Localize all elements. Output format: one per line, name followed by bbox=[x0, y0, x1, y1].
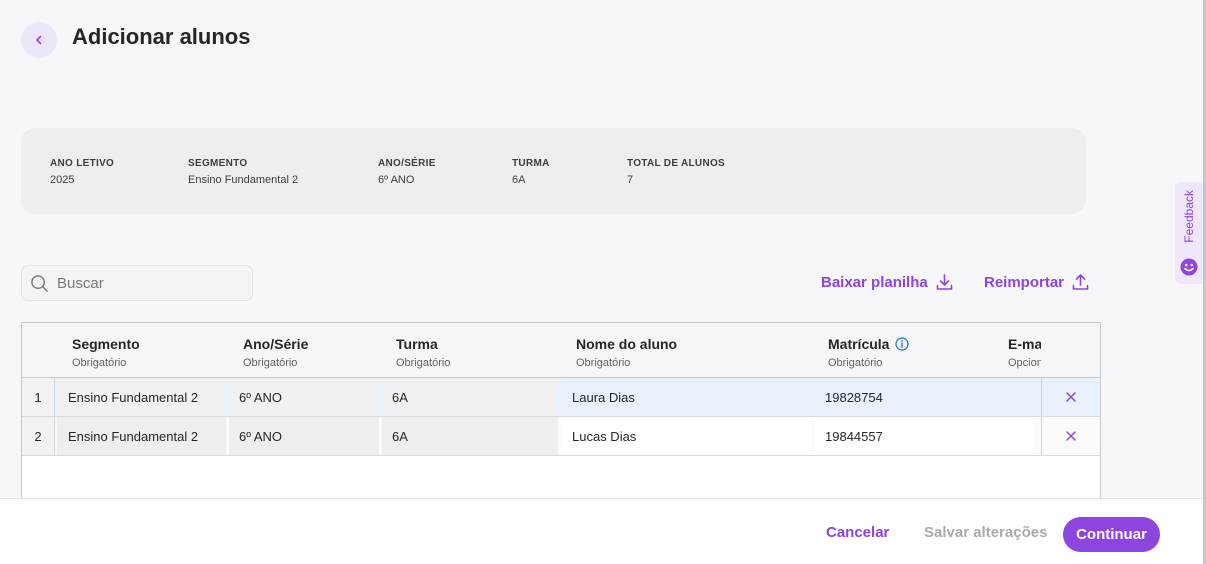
cell-segmento[interactable]: Ensino Fundamental 2 bbox=[57, 417, 226, 455]
column-header-ano-serie: Ano/Série Obrigatório bbox=[243, 336, 308, 369]
summary-value: Ensino Fundamental 2 bbox=[188, 174, 299, 186]
cancel-button[interactable]: Cancelar bbox=[826, 499, 889, 564]
table-row[interactable]: 1 Ensino Fundamental 2 6º ANO 6A Laura D… bbox=[22, 378, 1100, 417]
page-title: Adicionar alunos bbox=[72, 24, 251, 49]
column-subtitle: Obrigatório bbox=[576, 357, 631, 369]
column-title: Ano/Série bbox=[243, 336, 309, 352]
summary-total-alunos: TOTAL DE ALUNOS 7 bbox=[627, 158, 725, 186]
cell-segmento[interactable]: Ensino Fundamental 2 bbox=[57, 378, 226, 416]
upload-icon bbox=[1072, 274, 1089, 290]
download-icon bbox=[936, 274, 953, 290]
summary-value: 7 bbox=[627, 174, 634, 186]
column-header-matricula: Matrícula Obrigatório bbox=[828, 336, 910, 369]
smiley-icon bbox=[1180, 258, 1198, 276]
column-subtitle: Obrigatório bbox=[243, 357, 298, 369]
download-spreadsheet-button[interactable]: Baixar planilha bbox=[821, 273, 953, 291]
column-header-nome: Nome do aluno Obrigatório bbox=[576, 336, 677, 369]
column-header-email: E-mai Opcion bbox=[1008, 336, 1041, 369]
chevron-left-icon bbox=[35, 35, 42, 45]
column-subtitle: Obrigatório bbox=[72, 357, 127, 369]
search-input[interactable] bbox=[57, 274, 237, 292]
summary-segmento: SEGMENTO Ensino Fundamental 2 bbox=[188, 158, 298, 186]
table-row[interactable]: 2 Ensino Fundamental 2 6º ANO 6A Lucas D… bbox=[22, 417, 1100, 456]
download-label: Baixar planilha bbox=[821, 273, 928, 291]
column-title: E-mai bbox=[1008, 336, 1041, 352]
save-changes-button[interactable]: Salvar alterações bbox=[924, 499, 1047, 564]
column-subtitle: Opcion bbox=[1008, 357, 1041, 369]
search-box[interactable] bbox=[21, 265, 253, 301]
summary-label: SEGMENTO bbox=[188, 158, 248, 169]
summary-label: TURMA bbox=[512, 158, 550, 169]
reimport-button[interactable]: Reimportar bbox=[984, 273, 1089, 291]
summary-value: 6A bbox=[512, 174, 526, 186]
column-title-text: Matrícula bbox=[828, 336, 890, 352]
cell-ano-serie[interactable]: 6º ANO bbox=[229, 417, 379, 455]
column-title: Segmento bbox=[72, 336, 140, 352]
feedback-label: Feedback bbox=[1182, 190, 1196, 243]
table-header: Segmento Obrigatório Ano/Série Obrigatór… bbox=[22, 323, 1100, 378]
column-subtitle: Obrigatório bbox=[396, 357, 451, 369]
row-number: 1 bbox=[22, 378, 55, 416]
footer-bar: Cancelar Salvar alterações Continuar bbox=[0, 498, 1203, 564]
summary-ano-serie: ANO/SÉRIE 6º ANO bbox=[378, 158, 436, 186]
cell-turma[interactable]: 6A bbox=[382, 417, 558, 455]
cell-turma[interactable]: 6A bbox=[382, 378, 558, 416]
row-number: 2 bbox=[22, 417, 55, 455]
column-title: Nome do aluno bbox=[576, 336, 678, 352]
students-table: Segmento Obrigatório Ano/Série Obrigatór… bbox=[21, 322, 1101, 512]
summary-value: 6º ANO bbox=[378, 174, 415, 186]
column-header-segmento: Segmento Obrigatório bbox=[72, 336, 140, 369]
summary-label: ANO LETIVO bbox=[50, 158, 115, 169]
remove-row-button[interactable] bbox=[1041, 378, 1100, 416]
close-icon bbox=[1066, 431, 1076, 441]
back-button[interactable] bbox=[21, 22, 57, 58]
column-title: Turma bbox=[396, 336, 438, 352]
info-icon[interactable] bbox=[895, 337, 910, 351]
cell-matricula[interactable]: 19844557 bbox=[814, 417, 1034, 455]
column-subtitle: Obrigatório bbox=[828, 357, 883, 369]
feedback-tab[interactable]: Feedback bbox=[1175, 182, 1203, 284]
remove-row-button[interactable] bbox=[1041, 417, 1100, 455]
summary-value: 2025 bbox=[50, 174, 75, 186]
column-header-turma: Turma Obrigatório bbox=[396, 336, 450, 369]
summary-ano-letivo: ANO LETIVO 2025 bbox=[50, 158, 114, 186]
cell-nome[interactable]: Laura Dias bbox=[561, 378, 811, 416]
continue-button[interactable]: Continuar bbox=[1063, 517, 1160, 552]
summary-turma: TURMA 6A bbox=[512, 158, 550, 186]
reimport-label: Reimportar bbox=[984, 273, 1065, 291]
column-title: Matrícula bbox=[828, 336, 910, 352]
cell-matricula[interactable]: 19828754 bbox=[814, 378, 1034, 416]
summary-label: TOTAL DE ALUNOS bbox=[627, 158, 726, 169]
cell-nome[interactable]: Lucas Dias bbox=[561, 417, 811, 455]
class-summary-card: ANO LETIVO 2025 SEGMENTO Ensino Fundamen… bbox=[21, 128, 1086, 214]
cell-ano-serie[interactable]: 6º ANO bbox=[229, 378, 379, 416]
close-icon bbox=[1066, 392, 1076, 402]
search-icon bbox=[31, 274, 48, 292]
summary-label: ANO/SÉRIE bbox=[378, 158, 436, 169]
